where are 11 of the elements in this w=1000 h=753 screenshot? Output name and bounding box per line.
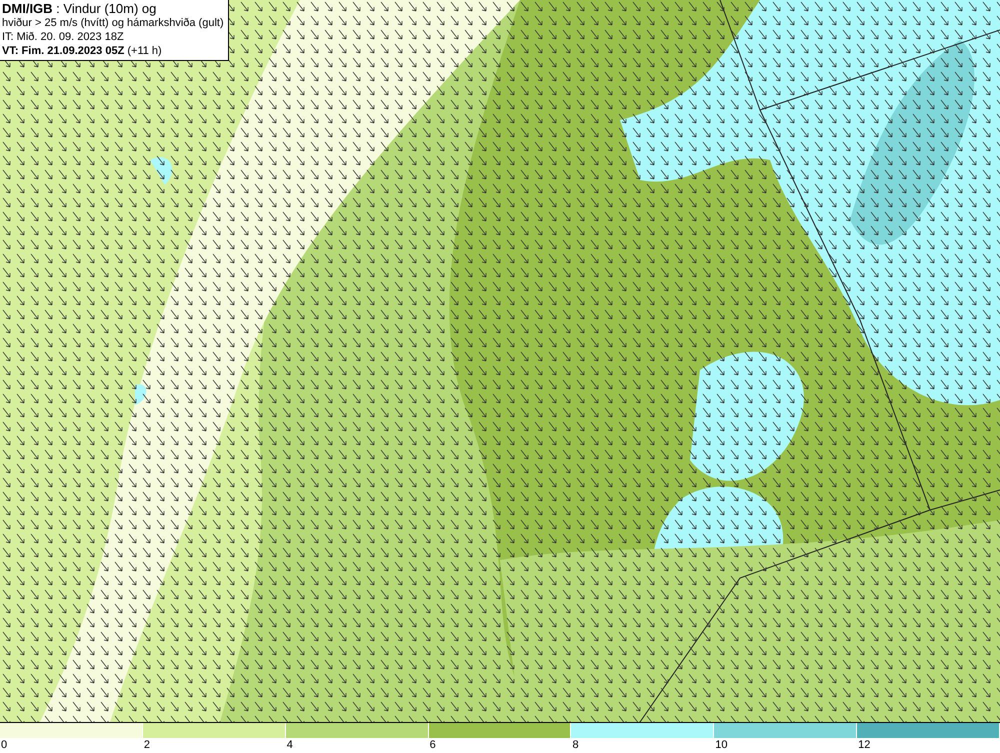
header-line: hviður > 25 m/s (hvítt) og hámarkshviða (gult) [2,16,224,30]
header-line: VT: Fim. 21.09.2023 05Z (+11 h) [2,44,163,58]
legend-label: 12 [857,738,870,752]
legend-label: 8 [571,738,579,752]
header-line: IT: Mið. 20. 09. 2023 18Z [2,30,125,44]
legend-label: 4 [286,738,293,752]
legend-label: 6 [428,738,436,752]
header-line: DMI/IGB : Vindur (10m) og [2,2,158,16]
legend-label: 10 [714,738,728,752]
legend-label: 2 [142,738,150,752]
legend-label: 0 [0,738,8,752]
